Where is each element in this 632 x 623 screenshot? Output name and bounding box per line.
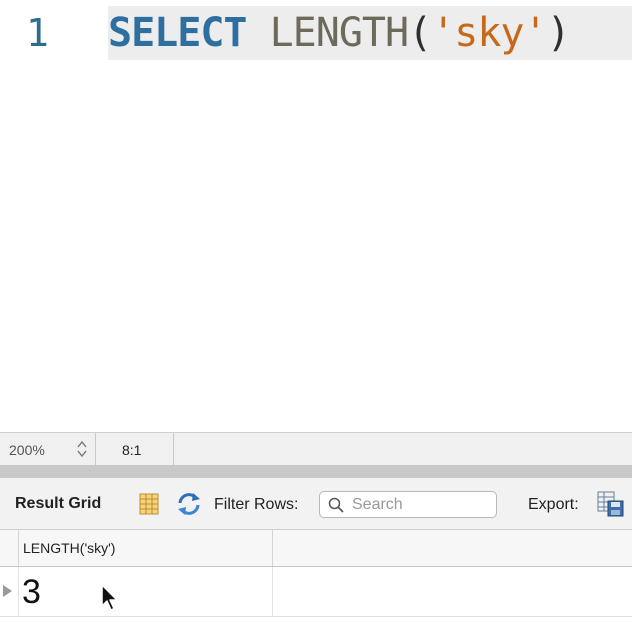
close-paren: )	[546, 10, 571, 56]
column-header[interactable]: LENGTH('sky')	[18, 530, 273, 566]
pane-splitter[interactable]	[0, 465, 632, 478]
search-field[interactable]	[319, 491, 497, 518]
grid-view-icon[interactable]	[139, 493, 159, 515]
code-line-current[interactable]: SELECT LENGTH('sky')	[108, 6, 632, 60]
row-indicator-icon	[3, 585, 12, 597]
grid-header: LENGTH('sky')	[0, 530, 632, 567]
result-grid[interactable]: LENGTH('sky') 3	[0, 530, 632, 623]
refresh-icon[interactable]	[176, 492, 202, 516]
chevron-updown-icon[interactable]	[76, 439, 88, 459]
result-toolbar: Result Grid Filter Rows: Export:	[0, 478, 632, 530]
string-literal: 'sky'	[431, 10, 547, 56]
cursor-position: 8:1	[122, 442, 142, 458]
cursor-position-cell: 8:1	[96, 433, 174, 465]
zoom-control[interactable]: 200%	[0, 433, 96, 465]
sql-function: LENGTH	[269, 10, 409, 56]
export-label: Export:	[528, 496, 579, 513]
line-number: 1	[26, 11, 49, 55]
mouse-cursor-icon	[101, 584, 118, 611]
export-icon[interactable]	[597, 491, 624, 517]
result-grid-tab[interactable]: Result Grid	[15, 495, 101, 513]
open-paren: (	[408, 10, 432, 56]
table-row[interactable]: 3	[0, 567, 632, 617]
table-cell[interactable]: 3	[18, 567, 273, 617]
search-icon	[328, 497, 344, 513]
sql-workbench-window: 1 SELECT LENGTH('sky') 200% 8:1 Result G…	[0, 0, 632, 623]
zoom-level: 200%	[9, 442, 45, 458]
editor-status-bar: 200% 8:1	[0, 432, 632, 465]
filter-rows-label: Filter Rows:	[214, 496, 299, 513]
sql-editor[interactable]: 1 SELECT LENGTH('sky')	[0, 0, 632, 432]
sql-keyword: SELECT	[108, 10, 247, 56]
search-input[interactable]	[352, 494, 492, 515]
